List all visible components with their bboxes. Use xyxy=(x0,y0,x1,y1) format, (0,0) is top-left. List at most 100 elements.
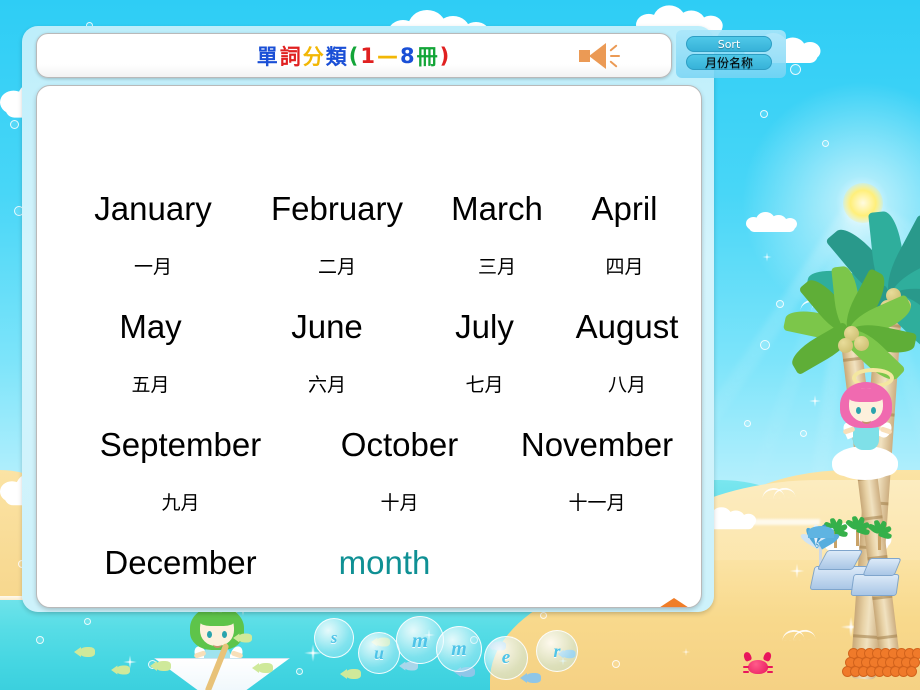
sparkle-1 xyxy=(806,392,824,410)
crab-icon xyxy=(740,650,774,676)
word-english[interactable]: June xyxy=(242,308,412,346)
speaker-wave-2 xyxy=(610,55,620,57)
angel-cloud-puff xyxy=(872,454,898,476)
toolbar-buttons: Sort 月份名称 xyxy=(686,36,778,72)
fish-body xyxy=(115,665,130,675)
coral-bead xyxy=(906,666,917,677)
title-char-2: 分 xyxy=(302,44,326,69)
word-chinese[interactable]: 三月 xyxy=(427,252,567,279)
fish-tail xyxy=(252,663,259,673)
bubble-2 xyxy=(10,120,19,129)
beach-lounge-chairs xyxy=(809,548,912,618)
word-chinese[interactable]: 月份 xyxy=(302,606,467,607)
fish-tail xyxy=(74,647,81,657)
word-chinese[interactable]: 七月 xyxy=(412,370,557,397)
bubble-7 xyxy=(822,140,829,147)
angel-eye-0 xyxy=(207,631,212,638)
word-english[interactable]: September xyxy=(59,426,302,464)
word-english[interactable]: April xyxy=(567,190,682,228)
bubble-9 xyxy=(760,340,770,350)
angel-eye-0 xyxy=(856,407,861,414)
fish-body xyxy=(257,663,273,673)
fish-tail xyxy=(111,665,118,675)
word-chinese[interactable]: 一月 xyxy=(59,252,247,279)
coconut-1 xyxy=(854,336,869,351)
word-english[interactable]: July xyxy=(412,308,557,346)
coral-rocks xyxy=(842,648,920,690)
fish-body xyxy=(525,673,541,683)
crab-claw-0 xyxy=(742,651,753,662)
page-title: 單詞分類(1—8 冊) xyxy=(37,34,671,77)
word-chinese[interactable]: 五月 xyxy=(59,370,242,397)
bubble-5 xyxy=(760,110,768,118)
sparkle-9 xyxy=(760,250,774,264)
bubble-6 xyxy=(790,64,801,75)
letter-bubble-r-5: r xyxy=(536,630,578,672)
word-chinese[interactable]: 六月 xyxy=(242,370,412,397)
letter-bubble-e-4: e xyxy=(484,636,528,680)
speaker-cone xyxy=(589,43,606,69)
bubble-14 xyxy=(84,618,91,625)
sort-button[interactable]: Sort xyxy=(686,36,772,52)
speaker-wave-3 xyxy=(609,60,618,68)
speaker-wave-1 xyxy=(609,44,618,52)
coconut-2 xyxy=(838,338,853,353)
back-button[interactable]: Back xyxy=(621,592,701,607)
fish-1 xyxy=(111,665,131,676)
trunk-ring xyxy=(853,633,880,639)
fish-6 xyxy=(340,668,362,680)
fish-2 xyxy=(150,660,172,672)
crab-leg-0 xyxy=(743,666,749,668)
slide-canvas: summer 單詞分類(1—8 冊) Sort 月份名称 January Febru… xyxy=(0,0,920,690)
bubble-12 xyxy=(744,420,751,427)
fish-tail xyxy=(399,661,406,671)
word-english[interactable]: March xyxy=(427,190,567,228)
fish-body xyxy=(237,633,252,643)
category-button[interactable]: 月份名称 xyxy=(686,54,772,70)
title-bar: 單詞分類(1—8 冊) xyxy=(36,33,672,78)
bubble-10 xyxy=(800,430,807,437)
word-english[interactable]: November xyxy=(497,426,697,464)
sparkle-10 xyxy=(680,646,692,658)
title-char-5: 1 xyxy=(360,43,377,68)
word-chinese[interactable]: 九月 xyxy=(59,488,302,515)
fish-tail xyxy=(340,669,347,679)
word-english[interactable]: December xyxy=(59,544,302,582)
angel-eye-1 xyxy=(222,631,227,638)
fish-body xyxy=(345,669,361,679)
fish-10 xyxy=(520,672,542,684)
word-chinese[interactable]: 四月 xyxy=(567,252,682,279)
word-chinese[interactable]: 八月 xyxy=(557,370,697,397)
title-char-9: ) xyxy=(439,43,452,68)
speaker-icon[interactable] xyxy=(579,43,625,69)
word-english[interactable]: February xyxy=(247,190,427,228)
house-roof xyxy=(645,598,701,607)
crab-shell xyxy=(748,660,768,674)
fish-body xyxy=(79,647,95,657)
word-english[interactable]: May xyxy=(59,308,242,346)
word-english[interactable]: August xyxy=(557,308,697,346)
word-list-panel: January February March April 一月 二月 三月 四月 May June… xyxy=(36,85,702,608)
trunk-ring xyxy=(877,634,898,640)
title-char-8: 冊 xyxy=(416,44,440,69)
title-char-0: 單 xyxy=(256,44,280,69)
crab-claw-1 xyxy=(762,651,773,662)
house-icon xyxy=(645,598,701,607)
angel-mouth xyxy=(862,417,871,424)
word-english[interactable]: month xyxy=(302,544,467,582)
word-chinese[interactable]: 十月 xyxy=(302,488,497,515)
word-english[interactable]: October xyxy=(302,426,497,464)
angel-fringe xyxy=(849,388,883,402)
word-chinese[interactable]: 二月 xyxy=(247,252,427,279)
title-char-7: 8 xyxy=(400,43,417,68)
word-english[interactable]: January xyxy=(59,190,247,228)
letter-bubble-u-1: u xyxy=(358,632,400,674)
fish-3 xyxy=(233,633,253,644)
cloud-puff xyxy=(749,222,795,232)
trunk-ring xyxy=(862,515,883,521)
angel-mouth xyxy=(213,641,222,648)
title-char-3: 類 xyxy=(325,44,349,69)
word-chinese[interactable]: 十一月 xyxy=(497,488,697,515)
word-chinese[interactable]: 十二月 xyxy=(59,606,302,607)
letter-bubble-s-0: s xyxy=(314,618,354,658)
